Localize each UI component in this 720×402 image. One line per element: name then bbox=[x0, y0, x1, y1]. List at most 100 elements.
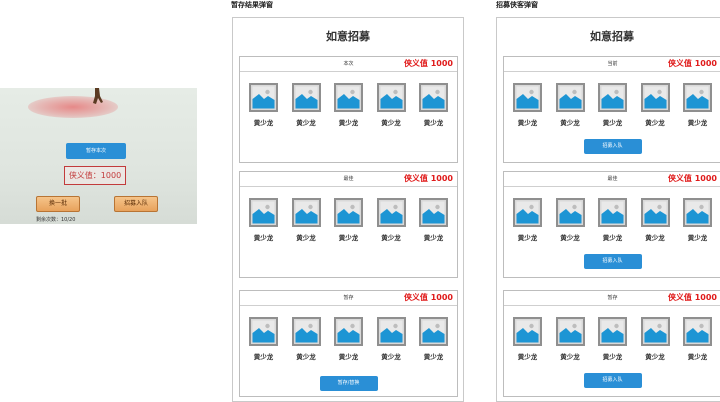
image-placeholder-icon bbox=[376, 83, 406, 112]
image-placeholder-icon bbox=[683, 198, 712, 227]
hero-name: 黄少龙 bbox=[645, 119, 665, 127]
hero-name: 黄少龙 bbox=[517, 119, 538, 127]
remaining-count: 剩余次数：10/20 bbox=[36, 217, 76, 223]
hero-card[interactable]: 黄少龙 bbox=[512, 198, 543, 242]
hero-card[interactable]: 黄少龙 bbox=[418, 83, 449, 127]
hero-name: 黄少龙 bbox=[253, 234, 274, 242]
hero-name: 黄少龙 bbox=[423, 234, 444, 242]
section-header: 暂存 侠义值 1000 bbox=[240, 291, 457, 306]
image-placeholder-icon bbox=[249, 83, 278, 112]
image-placeholder-icon bbox=[249, 317, 278, 346]
hero-name: 黄少龙 bbox=[602, 353, 623, 361]
section-header: 当前 侠义值 1000 bbox=[504, 57, 720, 72]
hero-card[interactable]: 黄少龙 bbox=[640, 317, 671, 361]
hero-name: 黄少龙 bbox=[296, 234, 316, 242]
hero-card[interactable]: 黄少龙 bbox=[333, 83, 364, 127]
image-placeholder-icon bbox=[376, 317, 406, 346]
hero-name: 黄少龙 bbox=[423, 119, 444, 127]
hero-name: 黄少龙 bbox=[687, 119, 708, 127]
hero-card[interactable]: 黄少龙 bbox=[376, 198, 407, 242]
hero-name: 黄少龙 bbox=[296, 353, 316, 361]
image-placeholder-icon bbox=[376, 198, 406, 227]
caption-recruit-popup: 招募侠客弹窗 bbox=[496, 1, 538, 9]
section-header: 最佳 侠义值 1000 bbox=[240, 172, 457, 187]
image-placeholder-icon bbox=[419, 198, 448, 227]
panel-title: 如意招募 bbox=[590, 30, 634, 43]
section-header: 本次 侠义值 1000 bbox=[240, 57, 457, 72]
hero-card[interactable]: 黄少龙 bbox=[512, 83, 543, 127]
hero-name: 黄少龙 bbox=[602, 119, 623, 127]
image-placeholder-icon bbox=[555, 317, 585, 346]
hero-name: 黄少龙 bbox=[517, 234, 538, 242]
image-placeholder-icon bbox=[598, 198, 627, 227]
hero-card[interactable]: 黄少龙 bbox=[418, 198, 449, 242]
hero-card[interactable]: 黄少龙 bbox=[248, 83, 279, 127]
image-placeholder-icon bbox=[334, 198, 363, 227]
hero-card[interactable]: 黄少龙 bbox=[555, 198, 586, 242]
hero-card[interactable]: 黄少龙 bbox=[640, 83, 671, 127]
section-header: 最佳 侠义值 1000 bbox=[504, 172, 720, 187]
save-replace-button[interactable]: 暂存/替换 bbox=[319, 376, 378, 391]
hero-name: 黄少龙 bbox=[423, 353, 444, 361]
save-this-button[interactable]: 暂存本次 bbox=[66, 143, 126, 159]
image-placeholder-icon bbox=[334, 317, 363, 346]
hero-card[interactable]: 黄少龙 bbox=[640, 198, 671, 242]
hero-card[interactable]: 黄少龙 bbox=[682, 317, 713, 361]
section-header: 暂存 侠义值 1000 bbox=[504, 291, 720, 306]
hero-card[interactable]: 黄少龙 bbox=[682, 198, 713, 242]
hero-card[interactable]: 黄少龙 bbox=[418, 317, 449, 361]
hero-card[interactable]: 黄少龙 bbox=[597, 317, 628, 361]
chivalry-value: 侠义值 1000 bbox=[667, 293, 717, 302]
caption-save-result-popup: 暂存结果弹窗 bbox=[231, 1, 273, 9]
hero-list: 黄少龙 黄少龙 黄少龙 黄少龙 黄少龙 bbox=[248, 198, 449, 242]
hero-card[interactable]: 黄少龙 bbox=[333, 317, 364, 361]
hero-name: 黄少龙 bbox=[381, 234, 401, 242]
hero-card[interactable]: 黄少龙 bbox=[291, 198, 322, 242]
hero-name: 黄少龙 bbox=[602, 234, 623, 242]
hero-card[interactable]: 黄少龙 bbox=[291, 317, 322, 361]
result-section: 暂存 侠义值 1000 黄少龙 黄少龙 黄少龙 黄少龙 黄少龙 招募入队 bbox=[503, 290, 720, 397]
hero-card[interactable]: 黄少龙 bbox=[248, 317, 279, 361]
image-placeholder-icon bbox=[640, 198, 670, 227]
hero-list: 黄少龙 黄少龙 黄少龙 黄少龙 黄少龙 bbox=[248, 317, 449, 361]
chivalry-value: 侠义值 1000 bbox=[667, 174, 717, 183]
chivalry-value: 侠义值 1000 bbox=[667, 59, 717, 68]
image-placeholder-icon bbox=[419, 317, 448, 346]
hero-card[interactable]: 黄少龙 bbox=[333, 198, 364, 242]
hero-name: 黄少龙 bbox=[687, 353, 708, 361]
hero-name: 黄少龙 bbox=[253, 353, 274, 361]
decorative-lines bbox=[100, 219, 190, 221]
result-section: 本次 侠义值 1000 黄少龙 黄少龙 黄少龙 黄少龙 黄少龙 bbox=[239, 56, 458, 163]
hero-card[interactable]: 黄少龙 bbox=[512, 317, 543, 361]
hero-card[interactable]: 黄少龙 bbox=[248, 198, 279, 242]
hero-list: 黄少龙 黄少龙 黄少龙 黄少龙 黄少龙 bbox=[512, 198, 713, 242]
image-placeholder-icon bbox=[598, 83, 627, 112]
image-placeholder-icon bbox=[683, 317, 712, 346]
hero-list: 黄少龙 黄少龙 黄少龙 黄少龙 黄少龙 bbox=[248, 83, 449, 127]
hero-card[interactable]: 黄少龙 bbox=[555, 83, 586, 127]
swap-batch-button[interactable]: 换一批 bbox=[36, 196, 80, 212]
image-placeholder-icon bbox=[513, 83, 542, 112]
hero-card[interactable]: 黄少龙 bbox=[291, 83, 322, 127]
hero-card[interactable]: 黄少龙 bbox=[682, 83, 713, 127]
image-placeholder-icon bbox=[555, 83, 585, 112]
hero-card[interactable]: 黄少龙 bbox=[555, 317, 586, 361]
hero-name: 黄少龙 bbox=[560, 119, 580, 127]
image-placeholder-icon bbox=[683, 83, 712, 112]
hero-name: 黄少龙 bbox=[381, 353, 401, 361]
hero-name: 黄少龙 bbox=[560, 234, 580, 242]
image-placeholder-icon bbox=[640, 83, 670, 112]
image-placeholder-icon bbox=[555, 198, 585, 227]
image-placeholder-icon bbox=[291, 83, 321, 112]
hero-card[interactable]: 黄少龙 bbox=[597, 198, 628, 242]
hero-card[interactable]: 黄少龙 bbox=[376, 317, 407, 361]
recruit-to-team-button[interactable]: 招募入队 bbox=[114, 196, 158, 212]
recruit-button[interactable]: 招募入队 bbox=[583, 373, 642, 388]
recruit-button[interactable]: 招募入队 bbox=[583, 139, 642, 154]
recruit-button[interactable]: 招募入队 bbox=[583, 254, 642, 269]
save-result-panel: 如意招募 本次 侠义值 1000 黄少龙 黄少龙 黄少龙 黄少龙 黄少龙 最佳 侠义值 1000 黄… bbox=[232, 17, 464, 402]
image-placeholder-icon bbox=[291, 198, 321, 227]
hero-card[interactable]: 黄少龙 bbox=[376, 83, 407, 127]
hero-name: 黄少龙 bbox=[645, 234, 665, 242]
hero-card[interactable]: 黄少龙 bbox=[597, 83, 628, 127]
